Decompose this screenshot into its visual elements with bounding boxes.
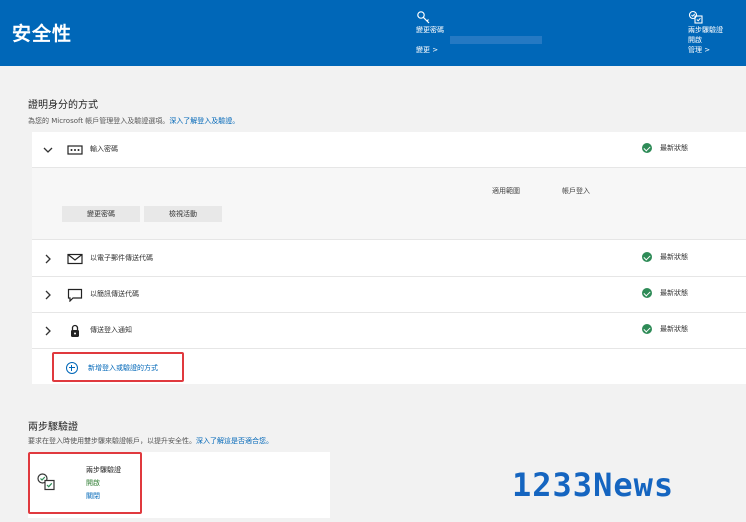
redacted-date — [450, 36, 542, 44]
change-password-link[interactable]: 變更 > — [416, 45, 542, 55]
check-circle-icon — [642, 288, 652, 298]
view-activity-button[interactable]: 檢視活動 — [144, 206, 222, 222]
two-step-subtitle-text: 要求在登入時使用雙步驟來驗證帳戶，以提升安全性。 — [28, 437, 196, 445]
method-row-sms[interactable]: 以簡訊傳送代碼 最新狀態 — [32, 277, 746, 313]
check-circle-icon — [642, 143, 652, 153]
chat-bubble-icon — [67, 288, 83, 302]
password-details: 適用範圍 帳戶登入 變更密碼 檢視活動 — [32, 168, 746, 240]
page-header: 安全性 變更密碼 變更 > 兩步驟驗證 開啟 管理 > — [0, 0, 746, 66]
two-step-section-title: 兩步驟驗證 — [28, 422, 78, 433]
identity-subtitle-text: 為您的 Microsoft 帳戶管理登入及驗證選項。 — [28, 117, 170, 125]
two-step-section-subtitle: 要求在登入時使用雙步驟來驗證帳戶，以提升安全性。深入了解這是否適合您。 — [28, 436, 273, 446]
password-dots-icon — [67, 145, 83, 155]
method-row-email[interactable]: 以電子郵件傳送代碼 最新狀態 — [32, 241, 746, 277]
plus-circle-icon — [66, 362, 78, 374]
two-step-card-status: 開啟 — [86, 479, 100, 487]
add-method-label: 新增登入或驗證的方式 — [88, 364, 158, 372]
method-status-password: 最新狀態 — [642, 143, 688, 153]
method-label-sms: 以簡訊傳送代碼 — [90, 290, 139, 298]
account-column-label: 帳戶登入 — [562, 187, 590, 195]
method-row-notification[interactable]: 傳送登入通知 最新狀態 — [32, 313, 746, 349]
two-step-off-link[interactable]: 關閉 — [86, 491, 100, 501]
lock-icon — [71, 324, 79, 337]
method-status-sms: 最新狀態 — [642, 288, 688, 298]
identity-section-subtitle: 為您的 Microsoft 帳戶管理登入及驗證選項。深入了解登入及驗證。 — [28, 116, 239, 126]
method-status-notification: 最新狀態 — [642, 324, 688, 334]
change-password-card[interactable]: 變更密碼 變更 > — [416, 10, 542, 55]
two-step-card-header[interactable]: 兩步驟驗證 開啟 管理 > — [688, 10, 723, 55]
method-status-email: 最新狀態 — [642, 252, 688, 262]
change-password-button[interactable]: 變更密碼 — [62, 206, 140, 222]
two-step-status: 開啟 — [688, 36, 702, 44]
two-step-learn-more-link[interactable]: 深入了解這是否適合您。 — [196, 437, 273, 445]
chevron-right-icon[interactable] — [43, 254, 53, 264]
identity-section-title: 證明身分的方式 — [28, 100, 98, 111]
identity-methods-panel: 輸入密碼 最新狀態 適用範圍 帳戶登入 變更密碼 檢視活動 以電子郵件傳送代碼 … — [32, 132, 746, 384]
page-title: 安全性 — [12, 23, 73, 45]
change-password-label: 變更密碼 — [416, 26, 444, 34]
method-label-notification: 傳送登入通知 — [90, 326, 132, 334]
scope-column-label: 適用範圍 — [492, 187, 520, 195]
two-step-verification-icon — [37, 473, 55, 491]
watermark-logo: 1233News — [512, 466, 675, 504]
add-method-button[interactable]: 新增登入或驗證的方式 — [52, 352, 184, 382]
key-icon — [417, 11, 430, 24]
identity-learn-more-link[interactable]: 深入了解登入及驗證。 — [169, 117, 239, 125]
two-step-card: 兩步驟驗證 開啟 關閉 — [28, 452, 330, 518]
two-step-manage-link[interactable]: 管理 > — [688, 45, 723, 55]
two-step-icon — [688, 10, 703, 24]
chevron-down-icon[interactable] — [43, 145, 53, 155]
two-step-label: 兩步驟驗證 — [688, 26, 723, 34]
chevron-right-icon[interactable] — [43, 326, 53, 336]
envelope-icon — [67, 253, 83, 265]
method-label-password: 輸入密碼 — [90, 145, 118, 153]
method-row-password[interactable]: 輸入密碼 最新狀態 — [32, 132, 746, 168]
method-label-email: 以電子郵件傳送代碼 — [90, 254, 153, 262]
check-circle-icon — [642, 252, 652, 262]
two-step-card-title: 兩步驟驗證 — [86, 466, 121, 474]
check-circle-icon — [642, 324, 652, 334]
chevron-right-icon[interactable] — [43, 290, 53, 300]
